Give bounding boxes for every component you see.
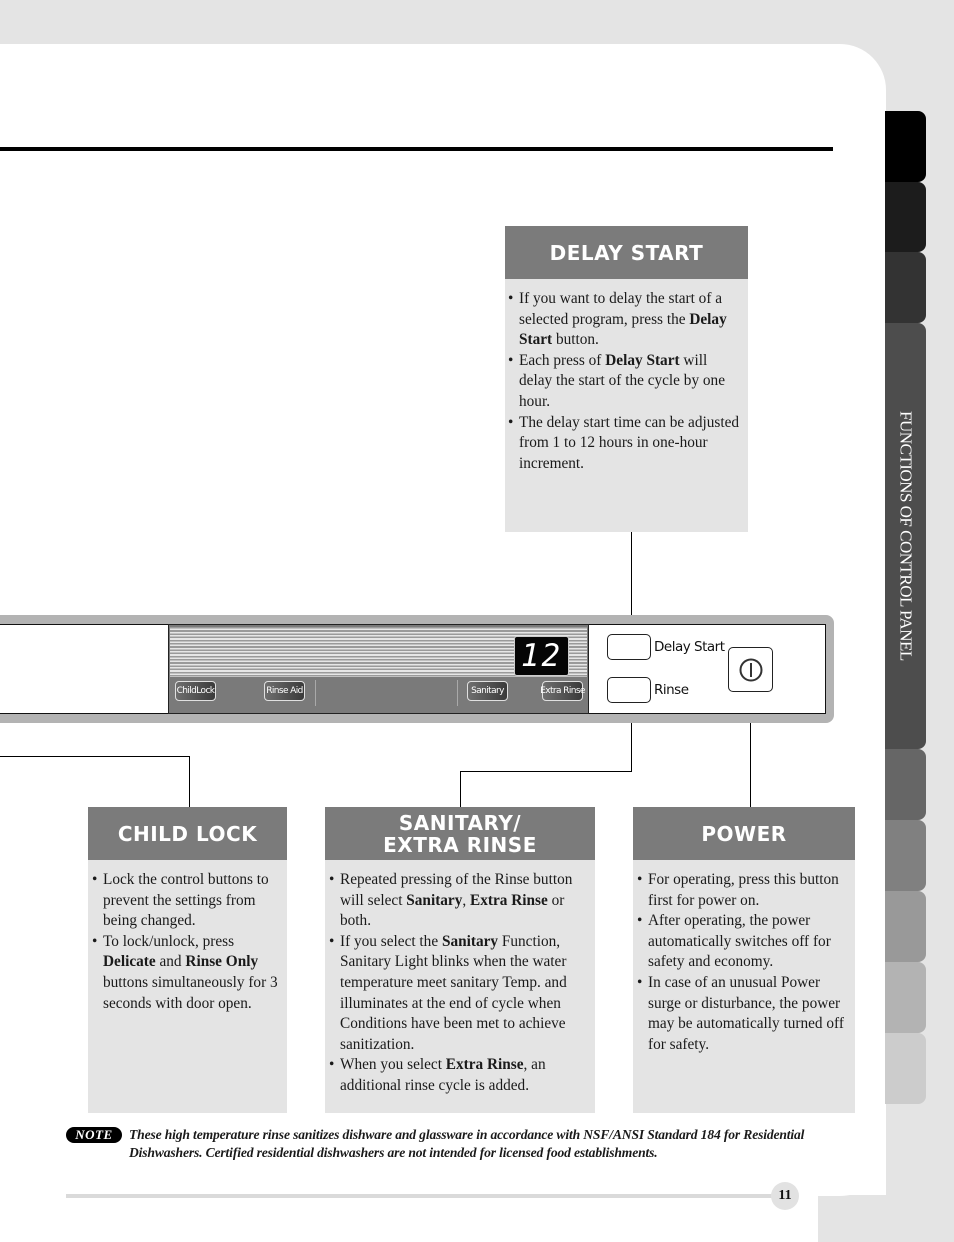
section-tab-label: FUNCTIONS OF CONTROL PANEL: [896, 411, 916, 661]
bullet-item: If you want to delay the start of a sele…: [508, 289, 740, 351]
bullet-item: To lock/unlock, press Delicate and Rinse…: [92, 932, 281, 1014]
page-number: 11: [771, 1182, 799, 1210]
section-tab-label: [885, 252, 926, 323]
power-list: For operating, press this button first f…: [633, 860, 855, 1055]
bullet-item: After operating, the power automatically…: [637, 911, 851, 973]
extra-rinse-button[interactable]: Extra Rinse: [540, 681, 585, 701]
section-tab-label: [885, 962, 926, 1033]
delay-start-label: Delay Start: [654, 639, 725, 655]
power-title: POWER: [701, 821, 787, 846]
section-tab-1[interactable]: [885, 111, 926, 182]
section-tab-7[interactable]: [885, 891, 926, 962]
delay-start-box: DELAY START If you want to delay the sta…: [505, 226, 748, 532]
strip-divider: [457, 680, 458, 706]
bullet-item: If you select the Sanitary Function, San…: [329, 932, 591, 1056]
delay-start-heading: DELAY START: [505, 226, 748, 279]
power-button[interactable]: [728, 647, 773, 692]
connector-rinse-down: [460, 771, 461, 807]
note-badge: NOTE: [66, 1127, 122, 1143]
bullet-item: In case of an unusual Power surge or dis…: [637, 973, 851, 1055]
sanitary-button[interactable]: Sanitary: [467, 681, 508, 701]
sanitary-title-line2: EXTRA RINSE: [383, 832, 537, 857]
power-heading: POWER: [633, 807, 855, 860]
bullet-item: Repeated pressing of the Rinse button wi…: [329, 870, 591, 932]
sanitary-title-line1: SANITARY/: [398, 810, 522, 835]
delay-start-list: If you want to delay the start of a sele…: [505, 279, 748, 474]
time-display: 12: [514, 636, 569, 676]
note-text: These high temperature rinse sanitizes d…: [129, 1127, 805, 1160]
section-tab-functions-of-control-panel[interactable]: FUNCTIONS OF CONTROL PANEL: [885, 323, 926, 749]
child-lock-heading: CHILD LOCK: [88, 807, 287, 860]
section-tab-label: [885, 182, 926, 252]
section-tab-9[interactable]: [885, 1033, 926, 1104]
section-tab-8[interactable]: [885, 962, 926, 1033]
bullet-item: Lock the control buttons to prevent the …: [92, 870, 281, 932]
section-tab-label: [885, 891, 926, 962]
section-tab-6[interactable]: [885, 820, 926, 891]
bullet-item: The delay start time can be adjusted fro…: [508, 413, 740, 475]
power-box: POWER For operating, press this button f…: [633, 807, 855, 1113]
sanitary-heading: SANITARY/ EXTRA RINSE: [325, 807, 595, 860]
section-tab-3[interactable]: [885, 252, 926, 323]
footer-rule: [66, 1194, 786, 1198]
sanitary-list: Repeated pressing of the Rinse button wi…: [325, 860, 595, 1097]
connector-rinse-h: [460, 771, 632, 772]
section-tab-label: [885, 820, 926, 891]
rinse-label: Rinse: [654, 682, 689, 698]
connector-child-lock-h: [0, 756, 190, 757]
bullet-item: Each press of Delay Start will delay the…: [508, 351, 740, 413]
bullet-item: When you select Extra Rinse, an addition…: [329, 1055, 591, 1096]
header-rule: [0, 147, 833, 151]
connector-child-lock-down: [189, 756, 190, 807]
section-tab-5[interactable]: [885, 749, 926, 820]
power-icon: [739, 658, 762, 681]
child-lock-title: CHILD LOCK: [117, 821, 258, 846]
section-tab-2[interactable]: [885, 182, 926, 252]
section-tab-label: [885, 1033, 926, 1104]
section-tab-label: [885, 749, 926, 820]
child-lock-button[interactable]: ChildLock: [175, 681, 216, 701]
rinse-button[interactable]: [607, 677, 651, 703]
sanitary-extra-rinse-box: SANITARY/ EXTRA RINSE Repeated pressing …: [325, 807, 595, 1113]
child-lock-box: CHILD LOCK Lock the control buttons to p…: [88, 807, 287, 1113]
bullet-item: For operating, press this button first f…: [637, 870, 851, 911]
delay-start-title: DELAY START: [549, 240, 704, 265]
child-lock-list: Lock the control buttons to prevent the …: [88, 860, 287, 1014]
section-tab-label: [885, 111, 926, 182]
delay-start-button[interactable]: [607, 634, 651, 660]
rinse-aid-button[interactable]: Rinse Aid: [264, 681, 305, 701]
strip-divider: [315, 680, 316, 706]
